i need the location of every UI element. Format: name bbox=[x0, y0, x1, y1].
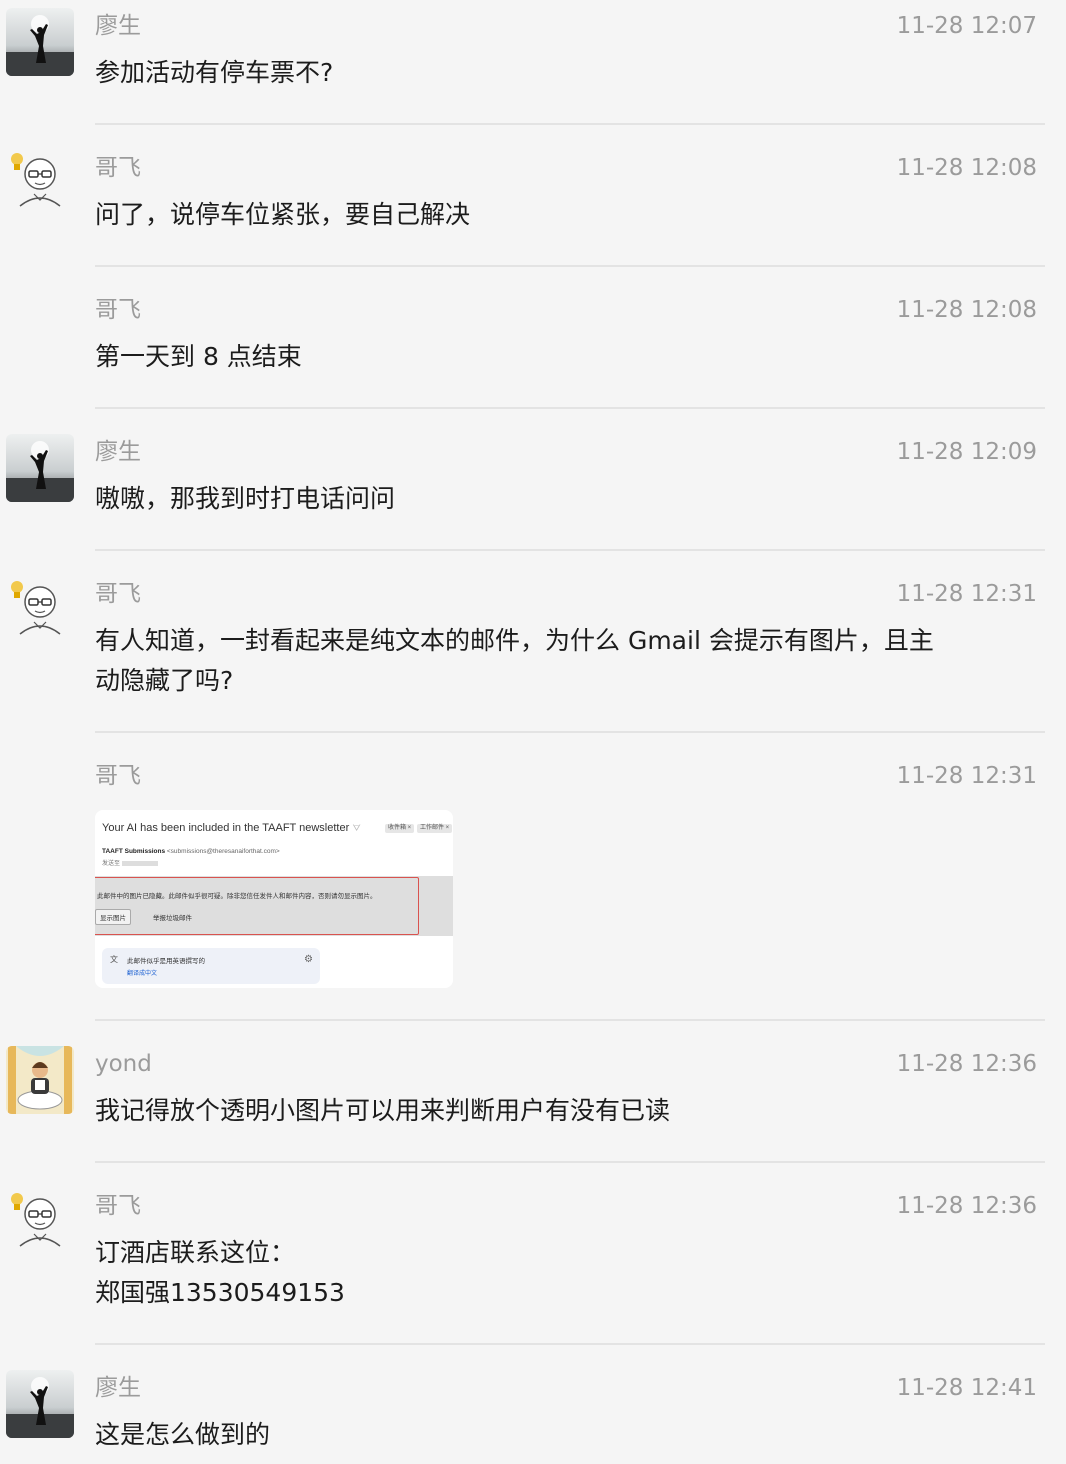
message-timestamp: 11-28 12:08 bbox=[896, 297, 1037, 323]
message-divider bbox=[95, 1019, 1045, 1021]
message-text: 这是怎么做到的 bbox=[95, 1420, 271, 1449]
report-spam-link: 举报垃圾邮件 bbox=[153, 915, 192, 922]
highlight-box bbox=[95, 877, 419, 935]
sender-name: 哥飞 bbox=[95, 1193, 141, 1219]
sender-name: 廖生 bbox=[95, 13, 141, 39]
silhouette-photo-icon bbox=[6, 8, 74, 76]
translate-link: 翻译成中文 bbox=[127, 971, 158, 977]
message-divider bbox=[95, 407, 1045, 409]
message-text: 我记得放个透明小图片可以用来判断用户有没有已读 bbox=[95, 1096, 671, 1125]
silhouette-photo-icon bbox=[6, 434, 74, 502]
sender-name: 哥飞 bbox=[95, 155, 141, 181]
cartoon-glasses-avatar-icon bbox=[6, 574, 74, 642]
message-timestamp: 11-28 12:36 bbox=[896, 1051, 1037, 1077]
sender-name: yond bbox=[95, 1051, 152, 1077]
translate-notice: 文 此邮件似乎是用英语撰写的 翻译成中文 ⚙ bbox=[102, 948, 320, 984]
avatar-liaosheng[interactable] bbox=[6, 434, 74, 502]
email-screenshot-image[interactable]: Your AI has been included in the TAAFT n… bbox=[95, 810, 453, 988]
message-text: 嗷嗷，那我到时打电话问问 bbox=[95, 484, 396, 513]
message-timestamp: 11-28 12:36 bbox=[896, 1193, 1037, 1219]
message-divider bbox=[95, 123, 1045, 125]
hidden-images-warning: 此邮件中的图片已隐藏。此邮件似乎很可疑。除非您信任发件人和邮件内容，否则请勿显示… bbox=[97, 893, 377, 900]
label-chip: 工作邮件 × bbox=[417, 824, 453, 833]
email-recipient: 发送至 bbox=[102, 858, 158, 867]
sender-name: 哥飞 bbox=[95, 297, 141, 323]
avatar-yond[interactable] bbox=[6, 1046, 74, 1114]
sender-name: 廖生 bbox=[95, 439, 141, 465]
message-divider bbox=[95, 549, 1045, 551]
message-text: 第一天到 8 点结束 bbox=[95, 342, 302, 371]
avatar-gefei[interactable] bbox=[6, 1186, 74, 1254]
message-text: 订酒店联系这位： 郑国强13530549153 bbox=[95, 1238, 345, 1307]
language-notice-text: 此邮件似乎是用英语撰写的 bbox=[127, 958, 205, 965]
cartoon-glasses-avatar-icon bbox=[6, 146, 74, 214]
message-divider bbox=[95, 1343, 1045, 1345]
show-images-button: 显示图片 bbox=[95, 909, 131, 925]
email-subject: Your AI has been included in the TAAFT n… bbox=[102, 822, 361, 834]
message-timestamp: 11-28 12:41 bbox=[896, 1375, 1037, 1401]
message-timestamp: 11-28 12:07 bbox=[896, 13, 1037, 39]
message-timestamp: 11-28 12:08 bbox=[896, 155, 1037, 181]
avatar-gefei[interactable] bbox=[6, 574, 74, 642]
cartoon-glasses-avatar-icon bbox=[6, 1186, 74, 1254]
message-text: 问了，说停车位紧张，要自己解决 bbox=[95, 200, 471, 229]
message-text: 参加活动有停车票不? bbox=[95, 58, 334, 87]
avatar-gefei[interactable] bbox=[6, 146, 74, 214]
avatar-liaosheng[interactable] bbox=[6, 1370, 74, 1438]
importance-marker-icon: ᗊ bbox=[352, 823, 361, 833]
message-timestamp: 11-28 12:09 bbox=[896, 439, 1037, 465]
sender-name: 廖生 bbox=[95, 1375, 141, 1401]
silhouette-photo-icon bbox=[6, 1370, 74, 1438]
translate-icon: 文 bbox=[110, 955, 118, 964]
cartoon-person-avatar-icon bbox=[6, 1046, 74, 1114]
gear-icon: ⚙ bbox=[304, 954, 313, 965]
avatar-liaosheng[interactable] bbox=[6, 8, 74, 76]
label-chip: 收件箱 × bbox=[385, 824, 415, 833]
sender-name: 哥飞 bbox=[95, 581, 141, 607]
message-text: 有人知道，一封看起来是纯文本的邮件，为什么 Gmail 会提示有图片，且主 动隐… bbox=[95, 626, 934, 695]
message-timestamp: 11-28 12:31 bbox=[896, 763, 1037, 789]
sender-name: 哥飞 bbox=[95, 763, 141, 789]
message-divider bbox=[95, 731, 1045, 733]
message-divider bbox=[95, 265, 1045, 267]
message-timestamp: 11-28 12:31 bbox=[896, 581, 1037, 607]
message-divider bbox=[95, 1161, 1045, 1163]
email-sender: TAAFT Submissions <submissions@theresana… bbox=[102, 848, 280, 855]
chat-message-list[interactable]: 廖生 11-28 12:07 参加活动有停车票不? 哥飞 11-28 12:08… bbox=[0, 0, 1066, 1464]
